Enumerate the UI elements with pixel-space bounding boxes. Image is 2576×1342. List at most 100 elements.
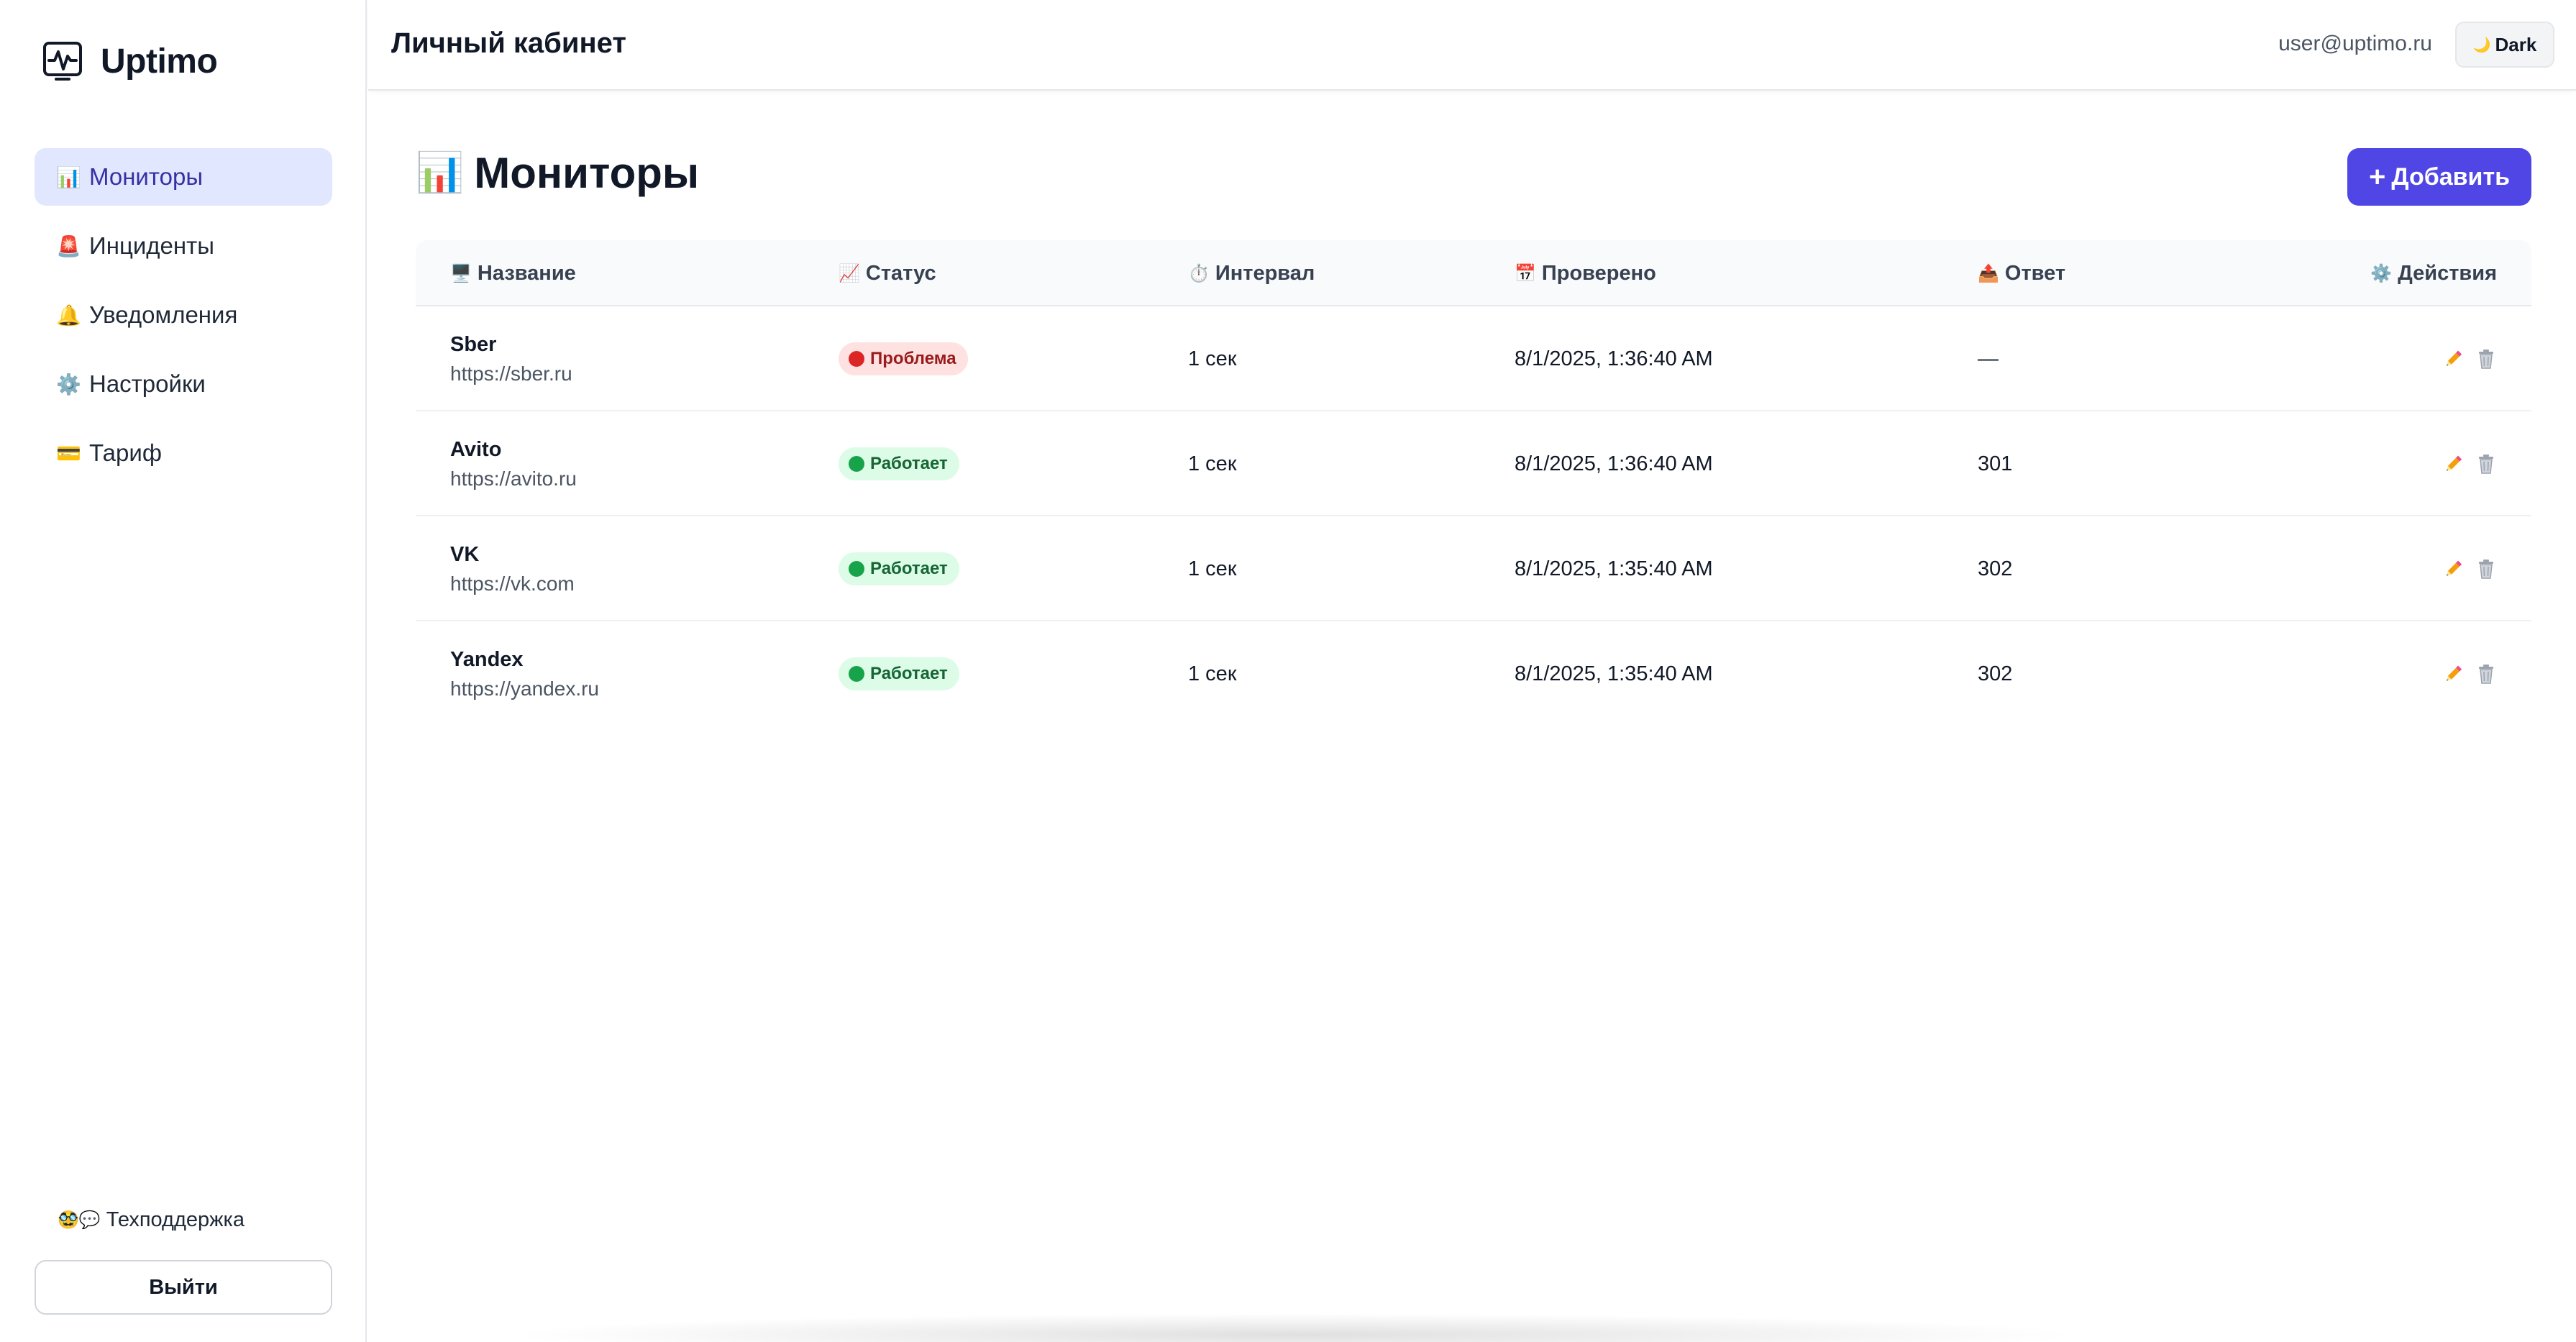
monitor-url: https://avito.ru (450, 467, 577, 490)
logo[interactable]: Uptimo (42, 40, 218, 82)
credit-card-icon: 💳 (56, 442, 81, 465)
sidebar-item-label: Тариф (89, 439, 162, 466)
add-monitor-label: Добавить (2391, 163, 2511, 191)
trash-icon[interactable] (2475, 453, 2497, 475)
stopwatch-icon: ⏱️ (1188, 263, 1210, 283)
monitor-name: Yandex (450, 647, 524, 671)
sidebar-item-incidents[interactable]: 🚨 Инциденты (35, 217, 332, 275)
table-row: VK https://vk.com Работает 1 сек 8/1/202… (416, 516, 2531, 621)
pencil-icon[interactable] (2442, 663, 2464, 685)
status-label: Проблема (870, 349, 956, 368)
table-row: Sber https://sber.ru Проблема 1 сек 8/1/… (416, 306, 2531, 411)
sidebar-nav: 📊 Мониторы 🚨 Инциденты 🔔 Уведомления ⚙️ … (35, 148, 332, 493)
pulse-monitor-icon (43, 42, 82, 81)
status-cell: Работает (839, 411, 959, 516)
support-label: Техподдержка (106, 1208, 245, 1231)
interval-cell: 1 сек (1188, 662, 1237, 685)
support-chat-icon: 🥸💬 (58, 1210, 101, 1230)
monitor-name: VK (450, 542, 480, 566)
table-row: Yandex https://yandex.ru Работает 1 сек … (416, 621, 2531, 726)
column-label: Название (477, 261, 576, 285)
add-monitor-button[interactable]: + Добавить (2347, 148, 2531, 206)
top-bar: Личный кабинет user@uptimo.ru 🌙 Dark (368, 0, 2576, 91)
chart-icon: 📊 (56, 165, 81, 188)
status-cell: Работает (839, 516, 959, 621)
support-link[interactable]: 🥸💬 Техподдержка (58, 1208, 245, 1232)
monitor-name-cell: Yandex https://yandex.ru (450, 621, 599, 726)
status-badge: Работает (839, 657, 959, 690)
monitor-url: https://vk.com (450, 572, 575, 595)
column-label: Статус (865, 261, 936, 285)
row-actions (2442, 516, 2497, 621)
monitor-name: Sber (450, 332, 497, 356)
green-circle-icon (849, 456, 864, 472)
sidebar-item-settings[interactable]: ⚙️ Настройки (35, 355, 332, 413)
trash-icon[interactable] (2475, 663, 2497, 685)
table-header: 🖥️ Название 📈 Статус ⏱️ Интервал 📅 Прове… (416, 240, 2531, 306)
column-header-status: 📈 Статус (839, 240, 936, 306)
pencil-icon[interactable] (2442, 453, 2464, 475)
status-cell: Проблема (839, 306, 968, 411)
row-actions (2442, 621, 2497, 726)
sidebar-item-tariff[interactable]: 💳 Тариф (35, 424, 332, 482)
checked-cell: 8/1/2025, 1:35:40 AM (1515, 557, 1713, 580)
response-cell: 302 (1978, 557, 2013, 580)
response-cell: — (1978, 347, 1999, 370)
gear-icon: ⚙️ (2370, 263, 2393, 283)
monitor-name-cell: Avito https://avito.ru (450, 411, 577, 516)
pencil-icon[interactable] (2442, 348, 2464, 370)
red-circle-icon (849, 351, 864, 367)
desktop-icon: 🖥️ (450, 263, 472, 283)
column-label: Действия (2398, 261, 2497, 285)
interval-cell: 1 сек (1188, 557, 1237, 580)
column-header-actions: ⚙️ Действия (2370, 240, 2497, 306)
status-label: Работает (870, 559, 948, 578)
column-header-name: 🖥️ Название (450, 240, 576, 306)
page-title-text: Мониторы (474, 149, 700, 197)
column-header-checked: 📅 Проверено (1515, 240, 1656, 306)
column-header-interval: ⏱️ Интервал (1188, 240, 1315, 306)
status-cell: Работает (839, 621, 959, 726)
theme-toggle-label: Dark (2495, 33, 2537, 55)
page-title: 📊 Мониторы (416, 148, 699, 198)
sidebar-item-label: Инциденты (89, 232, 214, 259)
calendar-icon: 📅 (1515, 263, 1536, 283)
column-label: Ответ (2004, 261, 2066, 285)
trash-icon[interactable] (2475, 558, 2497, 580)
sidebar-item-label: Настройки (89, 370, 206, 397)
interval-cell: 1 сек (1188, 452, 1237, 475)
monitor-name-cell: VK https://vk.com (450, 516, 575, 621)
sidebar-item-monitors[interactable]: 📊 Мониторы (35, 148, 332, 206)
chart-icon: 📊 (416, 151, 465, 194)
status-badge: Работает (839, 552, 959, 585)
row-actions (2442, 411, 2497, 516)
checked-cell: 8/1/2025, 1:35:40 AM (1515, 662, 1713, 685)
monitors-table: 🖥️ Название 📈 Статус ⏱️ Интервал 📅 Прове… (416, 240, 2531, 726)
trash-icon[interactable] (2475, 348, 2497, 370)
status-label: Работает (870, 454, 948, 473)
pencil-icon[interactable] (2442, 558, 2464, 580)
trend-chart-icon: 📈 (839, 263, 860, 283)
sidebar-item-label: Уведомления (89, 301, 238, 328)
checked-cell: 8/1/2025, 1:36:40 AM (1515, 347, 1713, 370)
column-header-response: 📤 Ответ (1978, 240, 2065, 306)
logout-button[interactable]: Выйти (35, 1260, 332, 1315)
row-actions (2442, 306, 2497, 411)
monitor-url: https://yandex.ru (450, 677, 600, 700)
sidebar-item-notifications[interactable]: 🔔 Уведомления (35, 286, 332, 344)
app-name: Uptimo (101, 42, 218, 81)
column-label: Интервал (1215, 261, 1315, 285)
gear-icon: ⚙️ (56, 373, 81, 396)
status-badge: Работает (839, 447, 959, 480)
table-row: Avito https://avito.ru Работает 1 сек 8/… (416, 411, 2531, 516)
response-cell: 302 (1978, 662, 2013, 685)
plus-icon: + (2368, 160, 2386, 193)
page-header-title: Личный кабинет (391, 27, 626, 59)
status-badge: Проблема (839, 342, 968, 375)
green-circle-icon (849, 561, 864, 577)
user-email: user@uptimo.ru (2278, 32, 2432, 55)
response-cell: 301 (1978, 452, 2013, 475)
theme-toggle-button[interactable]: 🌙 Dark (2455, 22, 2554, 68)
checked-cell: 8/1/2025, 1:36:40 AM (1515, 452, 1713, 475)
monitor-name-cell: Sber https://sber.ru (450, 306, 572, 411)
